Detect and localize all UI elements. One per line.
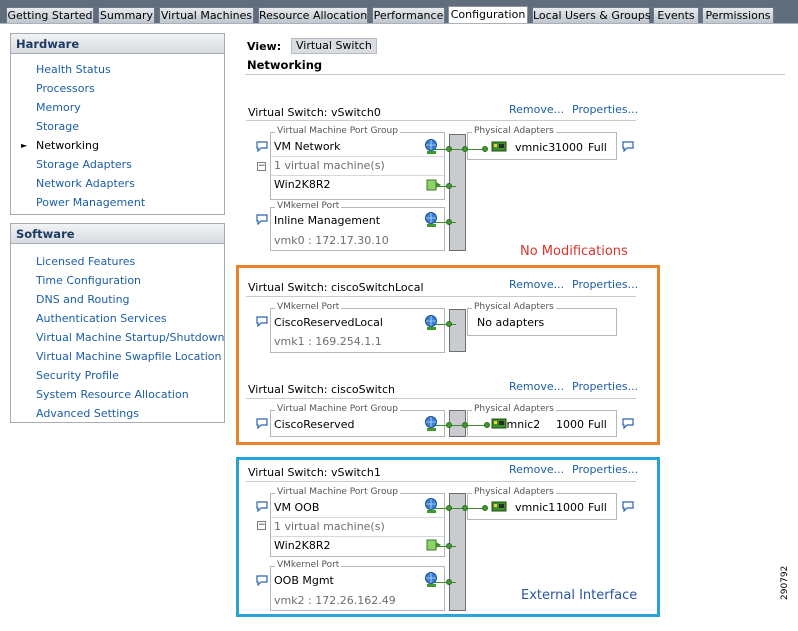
figure-id: 290792 — [780, 565, 790, 600]
tab-getting-started[interactable]: Getting Started — [6, 7, 94, 24]
port-dot-icon — [482, 146, 488, 152]
nav-storage-adapters[interactable]: Storage Adapters — [11, 155, 224, 174]
adapter-name: vmnic3 — [515, 141, 556, 154]
tab-configuration[interactable]: Configuration — [448, 6, 528, 24]
hardware-list: Health Status Processors Memory Storage … — [11, 54, 224, 212]
adapter-duplex: Full — [588, 141, 607, 154]
nav-security-profile[interactable]: Security Profile — [11, 366, 224, 385]
nav-dns-routing[interactable]: DNS and Routing — [11, 290, 224, 309]
nav-network-adapters[interactable]: Network Adapters — [11, 174, 224, 193]
virtual-machine-icon — [426, 179, 441, 191]
vm-count: 1 virtual machine(s) — [274, 159, 385, 172]
external-interface-annotation: External Interface — [521, 588, 638, 603]
info-bubble-icon[interactable] — [256, 141, 268, 152]
nav-system-resource-allocation[interactable]: System Resource Allocation — [11, 385, 224, 404]
physical-adapters-label: Physical Adapters — [472, 126, 556, 136]
nav-licensed-features[interactable]: Licensed Features — [11, 252, 224, 271]
adapter-speed: 1000 — [555, 141, 583, 154]
nav-vm-swapfile-location[interactable]: Virtual Machine Swapfile Location — [11, 347, 224, 366]
network-adapter-icon — [491, 141, 507, 152]
tab-events[interactable]: Events — [653, 7, 699, 24]
info-bubble-icon[interactable] — [622, 141, 634, 152]
vswitch0-title: Virtual Switch: vSwitch0 — [248, 106, 381, 119]
title-divider — [245, 74, 785, 75]
nav-advanced-settings[interactable]: Advanced Settings — [11, 404, 224, 423]
network-globe-icon — [425, 139, 437, 154]
nav-health-status[interactable]: Health Status — [11, 60, 224, 79]
port-dot-icon — [462, 146, 468, 152]
row-divider — [271, 175, 444, 176]
tab-bar: Getting Started Summary Virtual Machines… — [0, 0, 798, 24]
nav-processors[interactable]: Processors — [11, 79, 224, 98]
nav-memory[interactable]: Memory — [11, 98, 224, 117]
selected-arrow-icon: ► — [21, 141, 28, 150]
tab-resource-allocation[interactable]: Resource Allocation — [258, 7, 368, 24]
collapse-minus-icon[interactable]: − — [257, 162, 266, 171]
port-group-name: VM Network — [274, 140, 341, 153]
nav-vm-startup-shutdown[interactable]: Virtual Machine Startup/Shutdown — [11, 328, 224, 347]
vmkernel-name: Inline Management — [274, 214, 381, 227]
port-dot-icon — [446, 219, 452, 225]
software-header: Software — [11, 224, 224, 244]
vmkernel-ip: vmk0 : 172.17.30.10 — [274, 234, 389, 247]
vswitch0-vmkernel-port: VMkernel Port Inline Management vmk0 : 1… — [270, 201, 445, 251]
tab-permissions[interactable]: Permissions — [702, 7, 774, 24]
vmkernel-port-label: VMkernel Port — [275, 201, 342, 211]
view-label: View: — [247, 40, 282, 53]
port-dot-icon — [446, 146, 452, 152]
hardware-panel: Hardware Health Status Processors Memory… — [10, 33, 225, 215]
vswitch0-divider — [246, 120, 636, 121]
info-bubble-icon[interactable] — [256, 214, 268, 225]
tab-virtual-machines[interactable]: Virtual Machines — [159, 7, 254, 24]
hardware-header: Hardware — [11, 34, 224, 54]
vswitch0-remove-link[interactable]: Remove... — [509, 103, 564, 116]
tab-performance[interactable]: Performance — [372, 7, 445, 24]
vm-port-group-label: Virtual Machine Port Group — [275, 126, 400, 136]
page-title: Networking — [247, 58, 323, 72]
no-modifications-box — [236, 265, 660, 445]
nav-networking[interactable]: ► Networking — [11, 136, 224, 155]
network-globe-icon — [425, 212, 437, 227]
software-panel: Software Licensed Features Time Configur… — [10, 223, 225, 423]
nav-storage[interactable]: Storage — [11, 117, 224, 136]
nav-authentication-services[interactable]: Authentication Services — [11, 309, 224, 328]
view-virtual-switch-toggle[interactable]: Virtual Switch — [291, 38, 377, 54]
vswitch0-vm-port-group: Virtual Machine Port Group VM Network 1 … — [270, 126, 445, 200]
row-divider — [271, 156, 444, 157]
no-modifications-annotation: No Modifications — [520, 244, 628, 259]
nav-time-configuration[interactable]: Time Configuration — [11, 271, 224, 290]
tab-local-users-groups[interactable]: Local Users & Groups — [532, 7, 651, 24]
tab-bar-divider — [0, 23, 798, 24]
vswitch0-physical-adapters: Physical Adapters vmnic3 1000 Full — [467, 126, 617, 160]
tab-summary[interactable]: Summary — [98, 7, 155, 24]
nav-power-management[interactable]: Power Management — [11, 193, 224, 212]
nav-networking-label: Networking — [36, 139, 99, 152]
software-list: Licensed Features Time Configuration DNS… — [11, 244, 224, 423]
vswitch0-properties-link[interactable]: Properties... — [572, 103, 638, 116]
vm-name: Win2K8R2 — [274, 178, 331, 191]
port-dot-icon — [446, 183, 452, 189]
